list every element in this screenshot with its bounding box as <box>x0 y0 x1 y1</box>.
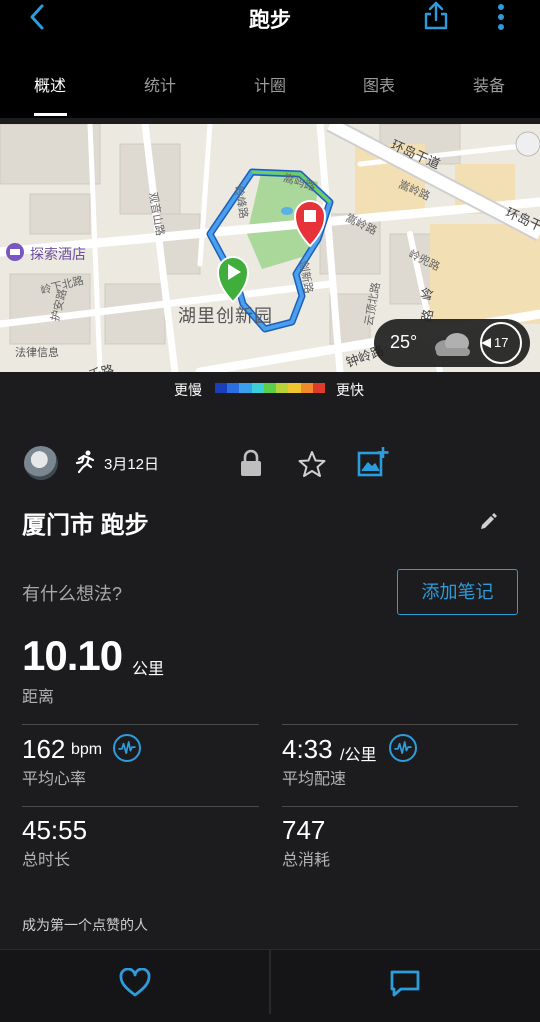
like-heart-icon[interactable] <box>118 968 152 998</box>
route-map[interactable]: 环岛干道 环岛干 嵩屿路 岭下北路 护安路 嵩岭路 岭兜路 钟岭路 云顶北路 创… <box>0 124 540 372</box>
add-photo-icon[interactable] <box>356 446 390 478</box>
speed-color-swatch <box>312 383 325 393</box>
duration-label: 总时长 <box>22 852 71 869</box>
hotel-label: 探索酒店 <box>30 246 86 262</box>
distance-label: 距离 <box>22 689 55 706</box>
calories-value: 747 <box>282 815 326 845</box>
speed-color-swatch <box>276 383 289 393</box>
bottom-action-bar <box>0 949 540 1022</box>
calories-label: 总消耗 <box>282 852 331 869</box>
tab-overview[interactable]: 概述 <box>10 72 90 96</box>
pace-chart-icon[interactable] <box>389 734 417 762</box>
likes-text[interactable]: 成为第一个点赞的人 <box>22 915 148 935</box>
tab-stats[interactable]: 统计 <box>120 72 200 96</box>
pace-label: 平均配速 <box>282 771 347 788</box>
pace-unit: /公里 <box>340 747 377 764</box>
share-icon[interactable] <box>422 0 450 32</box>
divider <box>22 806 259 807</box>
more-options-icon[interactable] <box>494 2 508 32</box>
speed-color-swatch <box>263 383 277 393</box>
divider <box>282 724 518 725</box>
heart-rate-label: 平均心率 <box>22 771 87 788</box>
edit-pencil-icon[interactable] <box>478 512 498 532</box>
activity-date: 3月12日 <box>104 456 160 473</box>
running-icon <box>75 450 95 474</box>
cloud-icon <box>435 333 470 356</box>
add-note-button[interactable]: 添加笔记 <box>397 569 518 615</box>
slower-label: 更慢 <box>174 382 202 398</box>
speed-color-swatch <box>300 383 313 393</box>
page-title: 跑步 <box>249 9 291 32</box>
heart-rate-unit: bpm <box>71 741 103 758</box>
speed-color-swatch <box>215 383 228 393</box>
divider <box>22 724 259 725</box>
faster-label: 更快 <box>336 382 364 398</box>
weather-badge: 25° 17 <box>374 319 530 367</box>
star-icon[interactable] <box>298 450 326 478</box>
legal-info-link[interactable]: 法律信息 <box>15 344 59 360</box>
tab-gear[interactable]: 装备 <box>449 72 529 96</box>
speed-color-scale <box>215 383 325 393</box>
duration-value: 45:55 <box>22 815 88 845</box>
active-tab-indicator <box>34 113 67 116</box>
avatar[interactable] <box>24 446 58 480</box>
lock-icon[interactable] <box>238 448 264 478</box>
wind-direction-icon: 17 <box>480 322 522 364</box>
speed-color-swatch <box>251 383 264 393</box>
heart-rate-value: 162 <box>22 734 66 764</box>
top-bar: 跑步 概述 统计 计圈 图表 装备 <box>0 0 540 118</box>
speed-color-swatch <box>227 383 240 393</box>
speed-color-swatch <box>239 383 252 393</box>
tab-laps[interactable]: 计圈 <box>230 72 310 96</box>
speed-legend: 更慢 更快 <box>0 372 540 406</box>
tab-bar: 概述 统计 计圈 图表 装备 <box>0 68 540 118</box>
heart-rate-chart-icon[interactable] <box>113 734 141 762</box>
divider <box>269 950 271 1014</box>
wind-speed: 17 <box>494 335 509 350</box>
activity-title: 厦门市 跑步 <box>22 512 149 539</box>
speed-color-swatch <box>288 383 301 393</box>
park-label: 湖里创新园 <box>178 306 273 326</box>
thoughts-prompt[interactable]: 有什么想法? <box>22 580 122 606</box>
comment-icon[interactable] <box>388 968 422 998</box>
temperature: 25° <box>390 332 418 352</box>
tab-charts[interactable]: 图表 <box>339 72 419 96</box>
divider <box>282 806 518 807</box>
distance-value: 10.10 <box>22 632 123 679</box>
distance-unit: 公里 <box>132 661 165 678</box>
pace-value: 4:33 <box>282 734 333 764</box>
